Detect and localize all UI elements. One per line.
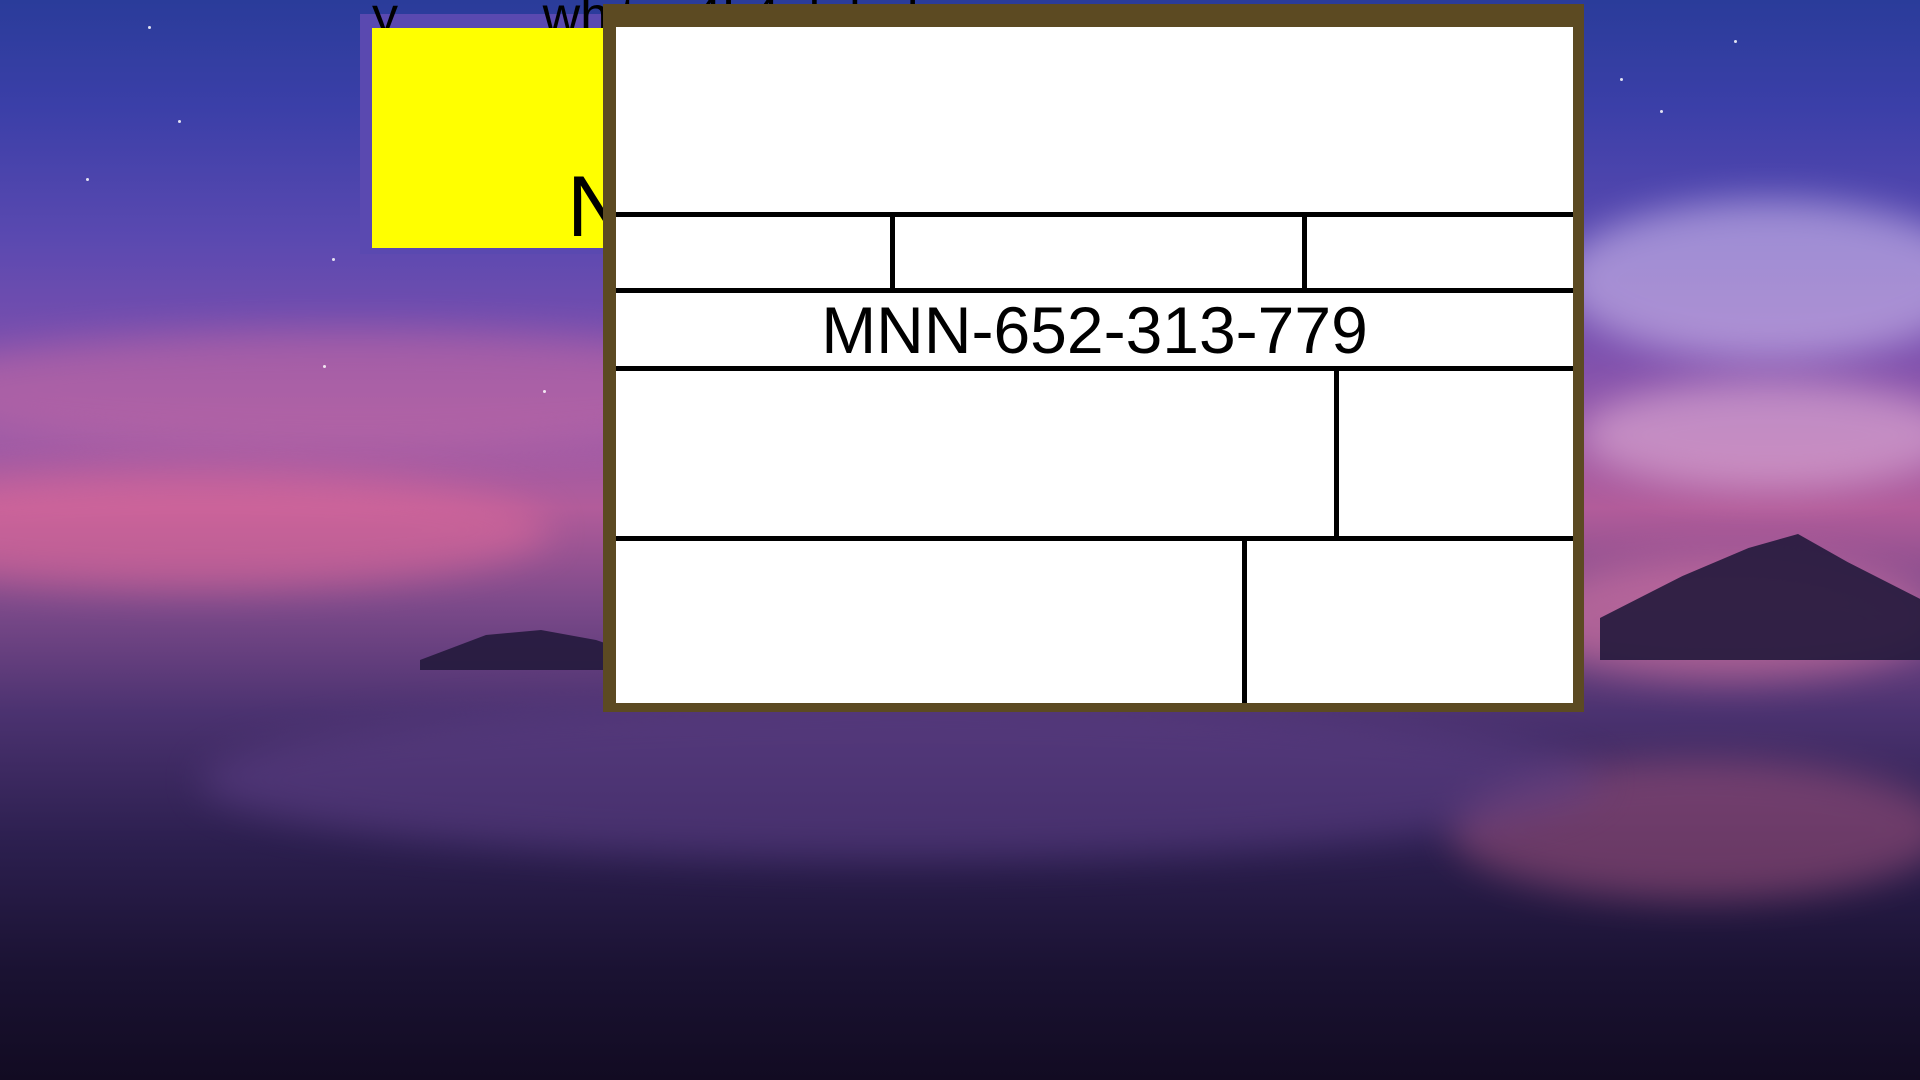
label-code-row: MNN-652-313-779 <box>616 293 1573 371</box>
star <box>86 178 89 181</box>
star <box>1620 78 1623 81</box>
star <box>543 390 546 393</box>
cloud-band <box>200 700 1600 860</box>
label-address-row <box>616 371 1573 541</box>
row-divider <box>1334 371 1339 536</box>
cloud-band <box>1580 380 1920 490</box>
label-info-row <box>616 217 1573 293</box>
star <box>178 120 181 123</box>
label-code: MNN-652-313-779 <box>821 292 1368 367</box>
row-divider <box>1302 217 1307 288</box>
star <box>1660 110 1663 113</box>
label-header-row <box>616 27 1573 217</box>
cloud-band <box>1560 200 1920 360</box>
label-window[interactable]: MNN-652-313-779 <box>603 4 1584 712</box>
star <box>323 365 326 368</box>
row-divider <box>890 217 895 288</box>
label-footer-row <box>616 541 1573 703</box>
star <box>1734 40 1737 43</box>
row-divider <box>1242 541 1247 703</box>
star <box>332 258 335 261</box>
cloud-band <box>0 470 550 590</box>
star <box>148 26 151 29</box>
label-sheet: MNN-652-313-779 <box>616 27 1573 703</box>
